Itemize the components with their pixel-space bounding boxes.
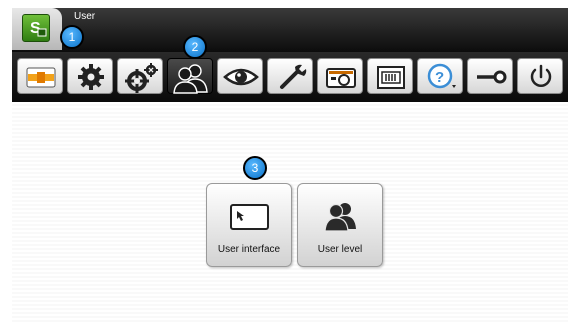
title-bar: S User xyxy=(12,8,568,52)
toolbar-button-login[interactable] xyxy=(467,58,513,94)
wrench-icon xyxy=(280,64,307,89)
toolbar-button-power[interactable] xyxy=(517,58,563,94)
toolbar-button-advanced-settings[interactable] xyxy=(117,58,163,94)
toolbar-button-service[interactable] xyxy=(267,58,313,94)
user-interface-label: User interface xyxy=(217,244,281,255)
app-window: S User ? User interface User level xyxy=(12,8,568,324)
gears-icon xyxy=(125,63,158,93)
camera-icon xyxy=(326,68,356,88)
toolbar-button-user[interactable] xyxy=(167,58,213,94)
toolbar-button-machine[interactable] xyxy=(17,58,63,94)
gear-icon xyxy=(78,64,104,90)
panel-icon xyxy=(377,66,405,89)
power-icon xyxy=(530,64,552,87)
callout-badge-2: 2 xyxy=(183,35,207,59)
key-icon xyxy=(477,70,507,84)
machine-icon xyxy=(26,67,56,88)
eye-icon xyxy=(223,68,259,86)
toolbar-button-help[interactable]: ? xyxy=(417,58,463,94)
app-menu-tab[interactable]: S xyxy=(12,8,62,50)
toolbar-button-settings[interactable] xyxy=(67,58,113,94)
help-icon: ? xyxy=(427,63,456,89)
content-area: User interface User level xyxy=(12,102,568,324)
callout-badge-1: 1 xyxy=(60,25,84,49)
main-toolbar: ? xyxy=(12,52,568,102)
users-icon xyxy=(324,203,356,232)
app-logo-icon[interactable]: S xyxy=(22,14,50,42)
users-icon xyxy=(173,64,208,94)
toolbar-button-view[interactable] xyxy=(217,58,263,94)
user-level-button[interactable]: User level xyxy=(297,183,383,267)
toolbar-button-control-panel[interactable] xyxy=(367,58,413,94)
callout-badge-3: 3 xyxy=(243,156,267,180)
user-level-label: User level xyxy=(317,244,363,255)
user-interface-button[interactable]: User interface xyxy=(206,183,292,267)
toolbar-button-camera[interactable] xyxy=(317,58,363,94)
window-title: User xyxy=(74,11,96,22)
svg-text:?: ? xyxy=(435,69,444,86)
cursor-window-icon xyxy=(230,204,269,230)
